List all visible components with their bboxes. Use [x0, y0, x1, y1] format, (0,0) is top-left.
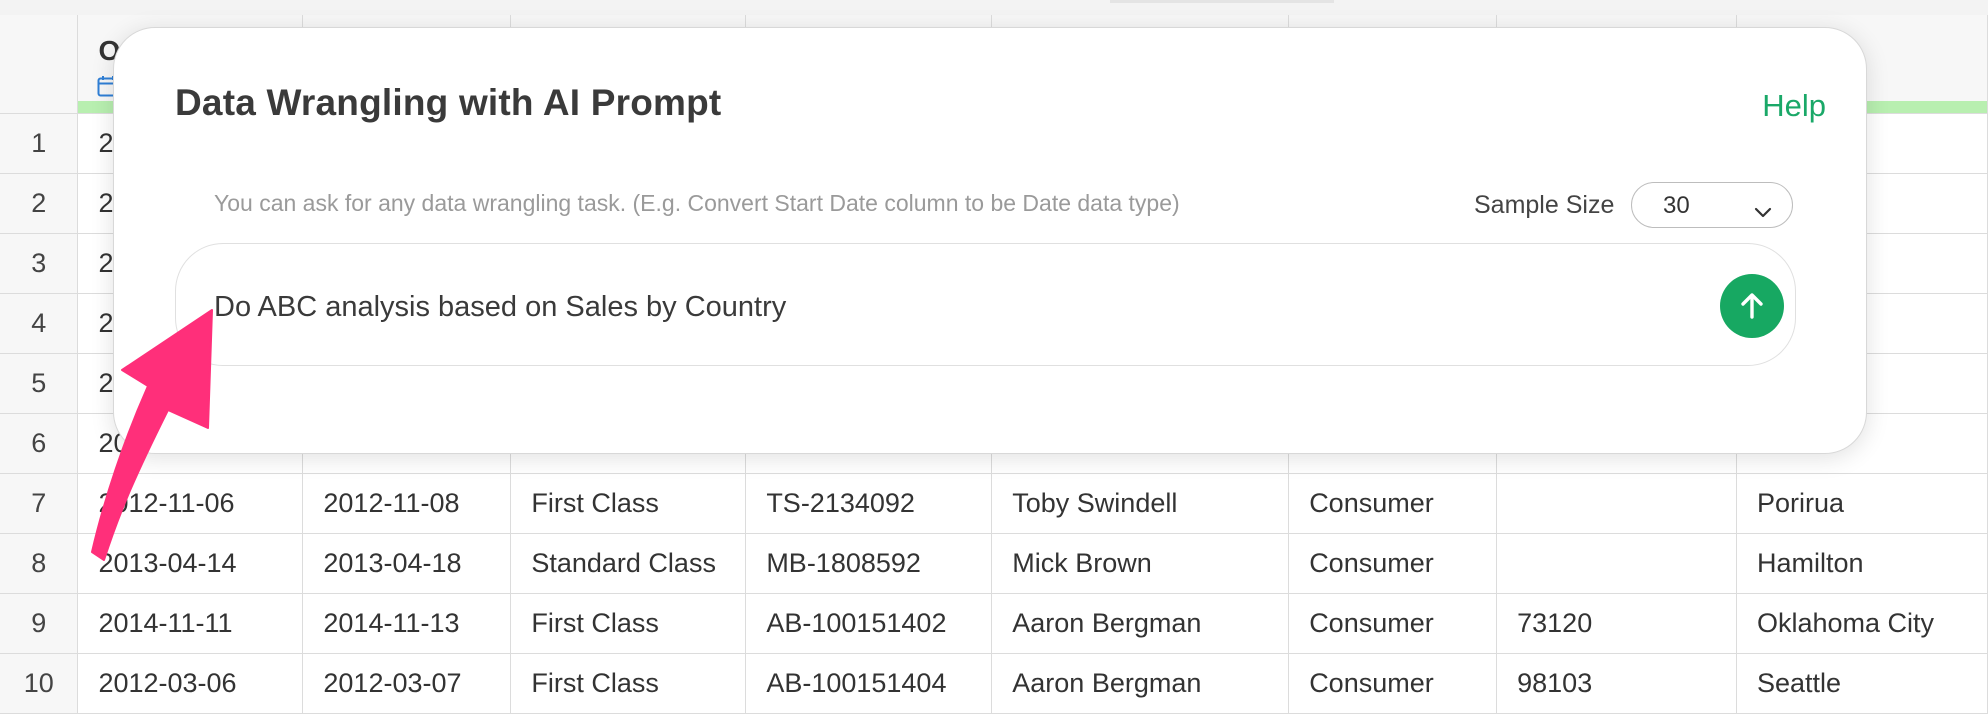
table-row[interactable]: 7 2012-11-06 2012-11-08 First Class TS-2… [0, 473, 1988, 534]
table-cell[interactable]: 2014-11-13 [302, 593, 512, 654]
row-number: 4 [0, 293, 79, 354]
table-cell[interactable]: AB-100151402 [745, 593, 993, 654]
row-number: 8 [0, 533, 79, 594]
table-cell[interactable]: 73120 [1496, 593, 1737, 654]
row-number: 10 [0, 653, 79, 714]
sample-size-label: Sample Size [1474, 191, 1615, 219]
row-number: 9 [0, 593, 79, 654]
row-number: 2 [0, 173, 79, 234]
send-button[interactable] [1720, 274, 1784, 338]
row-number: 6 [0, 413, 79, 474]
dialog-title: Data Wrangling with AI Prompt [175, 82, 722, 123]
grid-top-strip [0, 0, 1988, 16]
prompt-hint: You can ask for any data wrangling task.… [214, 190, 1180, 216]
table-cell[interactable]: First Class [510, 473, 747, 534]
table-cell[interactable]: 2014-11-11 [77, 593, 304, 654]
table-cell[interactable]: First Class [510, 653, 747, 714]
table-cell[interactable] [1496, 473, 1737, 534]
table-cell[interactable]: Toby Swindell [991, 473, 1290, 534]
page: O 1 2 2 2 3 2 4 2 5 2 6 20 7 2012-11-06 … [0, 0, 1988, 728]
corner-cell [0, 15, 79, 114]
table-cell[interactable]: AB-100151404 [745, 653, 993, 714]
table-cell[interactable]: 2012-11-08 [302, 473, 512, 534]
table-cell[interactable]: 2012-11-06 [77, 473, 304, 534]
table-cell[interactable]: 98103 [1496, 653, 1737, 714]
table-cell[interactable]: Consumer [1288, 533, 1498, 594]
table-cell[interactable]: Consumer [1288, 593, 1498, 654]
table-row[interactable]: 8 2013-04-14 2013-04-18 Standard Class M… [0, 533, 1988, 594]
row-number: 3 [0, 233, 79, 294]
chevron-down-icon [1754, 198, 1772, 226]
help-link[interactable]: Help [1762, 88, 1826, 124]
table-cell[interactable]: Standard Class [510, 533, 747, 594]
table-cell[interactable]: 2013-04-14 [77, 533, 304, 594]
table-row[interactable]: 9 2014-11-11 2014-11-13 First Class AB-1… [0, 593, 1988, 654]
table-cell[interactable] [1496, 533, 1737, 594]
table-cell[interactable]: Porirua [1736, 473, 1988, 534]
table-cell[interactable]: Consumer [1288, 653, 1498, 714]
row-number: 7 [0, 473, 79, 534]
prompt-input[interactable]: Do ABC analysis based on Sales by Countr… [175, 243, 1796, 366]
table-cell[interactable]: First Class [510, 593, 747, 654]
table-cell[interactable]: MB-1808592 [745, 533, 993, 594]
table-cell[interactable]: Hamilton [1736, 533, 1988, 594]
row-number: 1 [0, 113, 79, 174]
sample-size-select[interactable]: 30 [1631, 182, 1793, 228]
table-row[interactable]: 10 2012-03-06 2012-03-07 First Class AB-… [0, 653, 1988, 714]
table-cell[interactable]: Oklahoma City [1736, 593, 1988, 654]
table-cell[interactable]: Aaron Bergman [991, 653, 1290, 714]
prompt-input-text[interactable]: Do ABC analysis based on Sales by Countr… [214, 291, 786, 324]
table-cell[interactable]: Aaron Bergman [991, 593, 1290, 654]
table-cell[interactable]: 2012-03-06 [77, 653, 304, 714]
row-number: 5 [0, 353, 79, 414]
table-cell[interactable]: 2013-04-18 [302, 533, 512, 594]
table-cell[interactable]: Mick Brown [991, 533, 1290, 594]
table-cell[interactable]: TS-2134092 [745, 473, 993, 534]
table-cell[interactable]: 2012-03-07 [302, 653, 512, 714]
tab-hint [1110, 0, 1334, 3]
sample-size-value: 30 [1663, 192, 1690, 219]
table-cell[interactable]: Consumer [1288, 473, 1498, 534]
table-cell[interactable]: Seattle [1736, 653, 1988, 714]
ai-prompt-dialog: Data Wrangling with AI Prompt Help You c… [113, 27, 1867, 454]
